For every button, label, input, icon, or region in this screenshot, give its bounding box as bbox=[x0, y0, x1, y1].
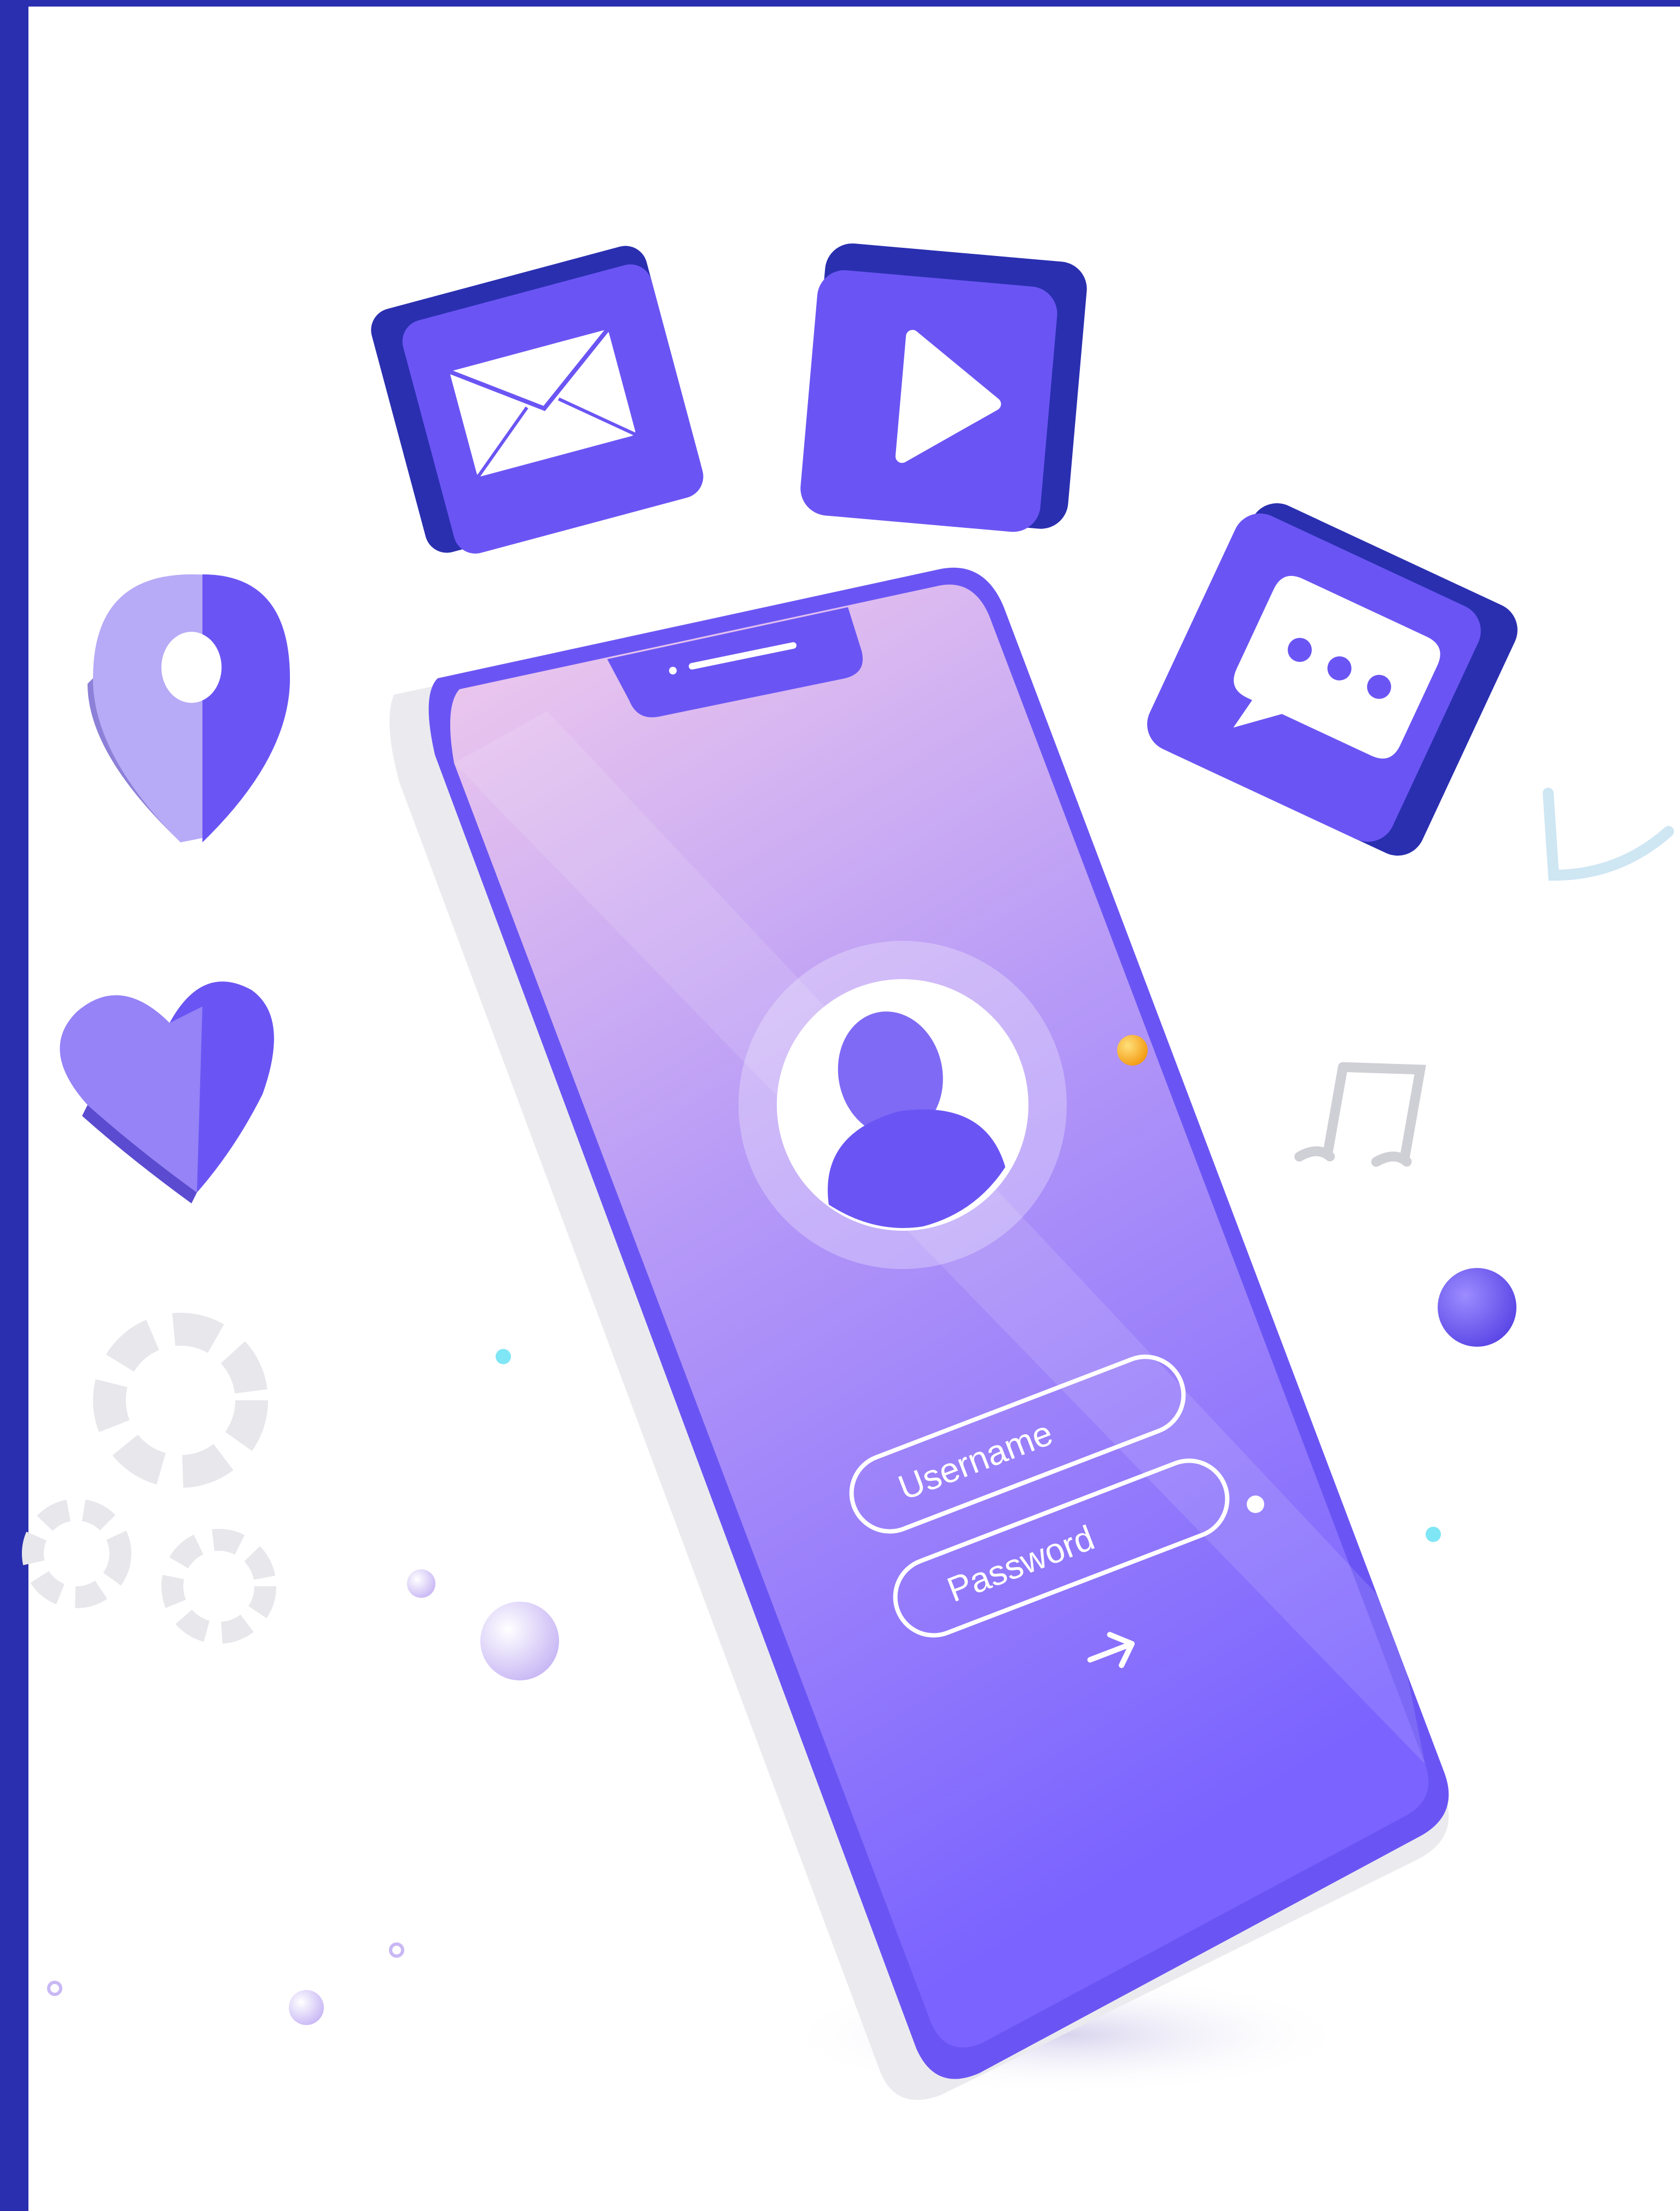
heart-icon bbox=[60, 981, 274, 1203]
decor-orb-orange bbox=[1117, 1035, 1148, 1066]
decor-dot-cyan-1 bbox=[496, 1349, 511, 1364]
mail-icon bbox=[371, 246, 704, 554]
decor-ring-2 bbox=[389, 1942, 404, 1958]
gear-icon-small-right bbox=[161, 1529, 276, 1644]
decor-dot-white bbox=[1247, 1496, 1264, 1513]
chat-bubble-icon bbox=[1147, 503, 1518, 856]
scene-svg: Username Password bbox=[22, 243, 1674, 2100]
play-icon bbox=[800, 243, 1087, 532]
decor-orb-purple bbox=[1438, 1268, 1516, 1347]
gear-icon bbox=[93, 1313, 268, 1488]
decor-orb-tiny-2 bbox=[289, 1990, 324, 2025]
decor-orb-light bbox=[480, 1602, 559, 1680]
music-note-icon bbox=[1294, 1062, 1426, 1167]
illustration-canvas: Username Password bbox=[0, 0, 1680, 2211]
decor-ring-1 bbox=[47, 1981, 62, 1996]
notch-camera bbox=[669, 667, 677, 674]
decor-curve bbox=[1543, 788, 1674, 881]
decor-dot-cyan-2 bbox=[1426, 1527, 1441, 1542]
location-pin-icon bbox=[88, 574, 290, 842]
decor-orb-tiny-1 bbox=[407, 1569, 435, 1598]
gear-icon-small-left bbox=[22, 1499, 131, 1608]
